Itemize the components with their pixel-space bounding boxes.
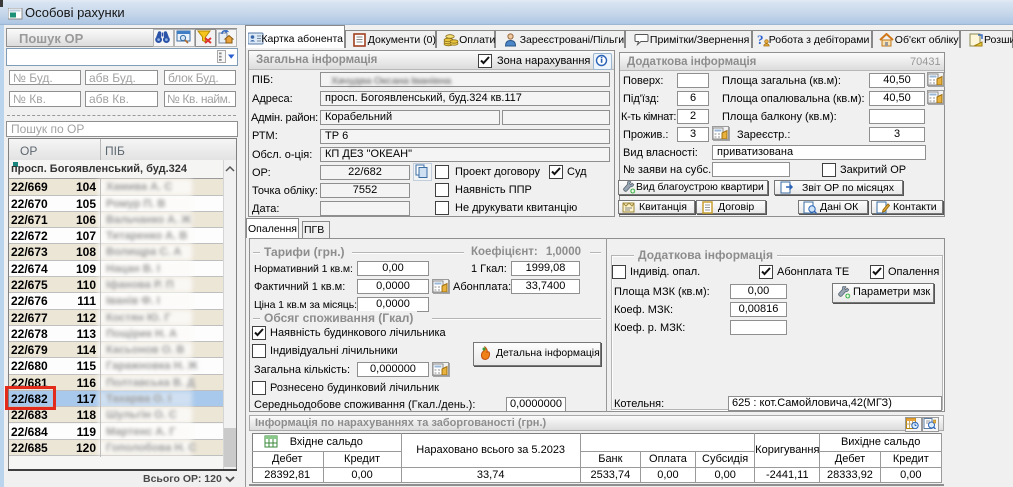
svg-text:?: ?: [757, 33, 764, 47]
